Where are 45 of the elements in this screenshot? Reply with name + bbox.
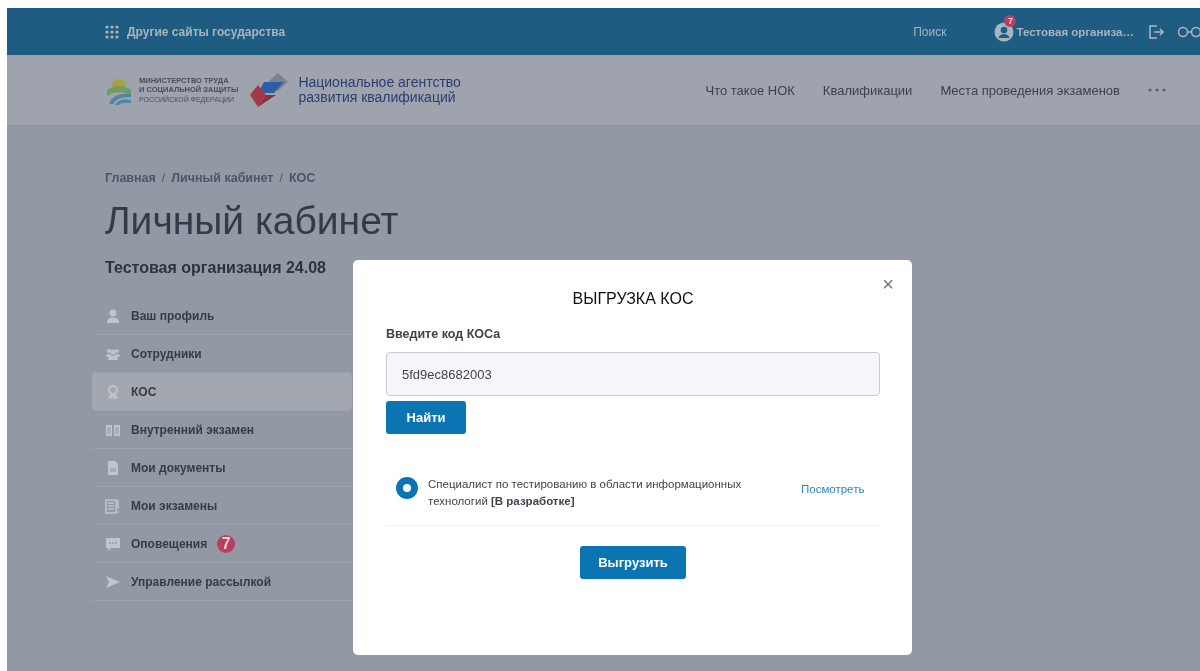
field-label: Введите код КОСа bbox=[386, 327, 501, 341]
sidebar-label: Внутренний экзамен bbox=[131, 422, 255, 437]
award-icon bbox=[105, 383, 121, 400]
nav-link[interactable]: Что такое НОК bbox=[705, 82, 795, 98]
search-link[interactable]: Поиск bbox=[913, 24, 947, 39]
glasses-icon[interactable] bbox=[1178, 24, 1200, 39]
count-badge: 7 bbox=[217, 534, 236, 553]
close-button[interactable]: × bbox=[878, 274, 898, 294]
sidebar-label: Мои экзамены bbox=[131, 498, 218, 513]
logout-icon[interactable] bbox=[1148, 23, 1164, 40]
breadcrumb-separator: / bbox=[279, 171, 283, 185]
result-text: Специалист по тестированию в области информационных технологий [В разработке] bbox=[428, 477, 743, 510]
more-icon[interactable] bbox=[1148, 88, 1166, 92]
notification-badge: 7 bbox=[1004, 14, 1017, 27]
breadcrumb-link[interactable]: Главная bbox=[105, 171, 156, 185]
sidebar-label: КОС bbox=[131, 384, 157, 399]
breadcrumb-separator: / bbox=[161, 171, 166, 185]
find-button[interactable]: Найти bbox=[386, 401, 466, 434]
code-input-field[interactable]: 5fd9ec8682003 bbox=[386, 352, 880, 396]
sidebar-item[interactable]: КОС bbox=[92, 373, 352, 411]
organization-name: Тестовая организация 24.08 bbox=[105, 259, 327, 277]
user-name[interactable]: Тестовая организа… bbox=[1016, 25, 1134, 38]
breadcrumb-link[interactable]: Личный кабинет bbox=[171, 171, 274, 185]
document-icon bbox=[105, 459, 121, 476]
sidebar-label: Мои документы bbox=[131, 460, 226, 475]
radio-button[interactable] bbox=[396, 477, 418, 499]
document-alert-icon bbox=[105, 497, 121, 514]
nav-link[interactable]: Места проведения экзаменов bbox=[940, 82, 1120, 98]
sidebar-label: Ваш профиль bbox=[131, 308, 215, 323]
export-button[interactable]: Выгрузить bbox=[580, 545, 686, 579]
agency-name: развития квалификаций bbox=[298, 90, 457, 106]
breadcrumb-link[interactable]: КОС bbox=[289, 171, 316, 185]
grid-icon[interactable] bbox=[105, 24, 119, 39]
agency-name: Национальное агентство bbox=[298, 74, 461, 90]
chat-icon bbox=[105, 535, 121, 552]
sidebar-label: Сотрудники bbox=[131, 346, 202, 361]
send-icon bbox=[105, 573, 121, 590]
page-title: Личный кабинет bbox=[105, 199, 400, 243]
nav-link[interactable]: Квалификации bbox=[822, 82, 913, 98]
other-sites-link[interactable]: Другие сайты государства bbox=[127, 24, 286, 39]
sidebar-label: Управление рассылкой bbox=[131, 574, 272, 589]
sidebar-label: Оповещения bbox=[131, 536, 208, 551]
dialog-title: ВЫГРУЗКА КОС bbox=[572, 290, 694, 308]
view-link[interactable]: Посмотреть bbox=[801, 483, 865, 495]
person-icon bbox=[105, 307, 121, 324]
